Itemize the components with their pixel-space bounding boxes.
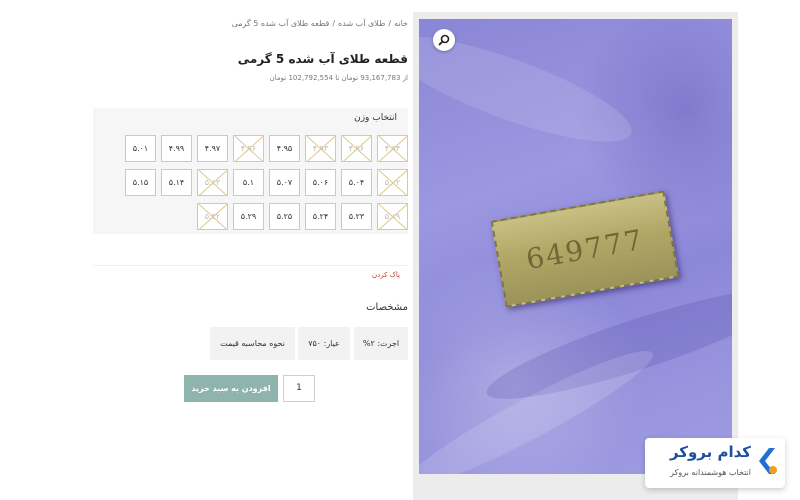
weight-option[interactable]: ۵.۱۴ (161, 169, 192, 196)
product-photo[interactable]: 649777 (419, 19, 732, 474)
weight-option[interactable]: ۵.۳۲ (197, 203, 228, 230)
weight-option[interactable]: ۴.۹۷ (197, 135, 228, 162)
gold-bar-serial: 649777 (523, 222, 647, 276)
weight-option[interactable]: ۵.۰۱ (125, 135, 156, 162)
brand-card: کدام بروکر انتخاب هوشمندانه بروکر (645, 438, 785, 488)
weight-option[interactable]: ۵.۰۴ (341, 169, 372, 196)
weight-option[interactable]: ۴.۹۶ (233, 135, 264, 162)
brand-tagline: انتخاب هوشمندانه بروکر (670, 468, 751, 477)
weight-option[interactable]: ۵.۰۷ (269, 169, 300, 196)
spec-wage: اجرت: ۲% (354, 327, 408, 360)
brand-logo-icon (759, 448, 777, 474)
weight-option[interactable]: ۵.۰۲ (377, 169, 408, 196)
weight-selector: انتخاب وزن ۴.۹۴ ۴.۹۶ ۴.۹۳ ۴.۹۵ ۴.۹۶ ۴.۹۷ ۴.۹۹ ۵… (93, 108, 408, 234)
price-range: از 93,167,783 تومان تا 102,792,554 تومان (269, 74, 408, 82)
weight-option[interactable]: ۵.۱۹ (377, 203, 408, 230)
quantity-input[interactable]: 1 (283, 375, 315, 402)
weight-option[interactable]: ۴.۹۳ (305, 135, 336, 162)
divider (93, 265, 408, 266)
gold-bar-tag: 649777 (490, 190, 680, 308)
breadcrumb-separator: / (332, 19, 336, 28)
add-to-cart-button[interactable]: افزودن به سبد خرید (184, 375, 278, 402)
weight-option[interactable]: ۵.۲۳ (341, 203, 372, 230)
zoom-button[interactable] (433, 29, 455, 51)
specs-title: مشخصات (366, 302, 408, 313)
brand-name: کدام بروکر (669, 443, 751, 461)
weight-option[interactable]: ۵.۱ (233, 169, 264, 196)
spec-price-method[interactable]: نحوه محاسبه قیمت (210, 327, 295, 360)
product-image-panel: 649777 (413, 12, 738, 500)
weight-option[interactable]: ۵.۲۵ (269, 203, 300, 230)
breadcrumb-home[interactable]: خانه (394, 19, 408, 28)
spec-karat: عیار: ۷۵۰ (298, 327, 350, 360)
weight-option[interactable]: ۵.۱۵ (125, 169, 156, 196)
weight-option[interactable]: ۴.۹۹ (161, 135, 192, 162)
breadcrumb-separator: / (388, 19, 392, 28)
weight-selector-label: انتخاب وزن (354, 113, 397, 123)
weight-option[interactable]: ۴.۹۶ (341, 135, 372, 162)
breadcrumb-current: قطعه طلای آب شده 5 گرمی (231, 19, 330, 28)
product-title: قطعه طلای آب شده 5 گرمی (237, 52, 408, 66)
weight-option[interactable]: ۵.۲۴ (305, 203, 336, 230)
weight-option[interactable]: ۴.۹۵ (269, 135, 300, 162)
weight-option[interactable]: ۵.۰۶ (305, 169, 336, 196)
breadcrumb-category[interactable]: طلای آب شده (338, 19, 385, 28)
weight-option[interactable]: ۵.۲۹ (233, 203, 264, 230)
breadcrumb: خانه/طلای آب شده/قطعه طلای آب شده 5 گرمی (232, 19, 408, 28)
magnifier-icon (438, 34, 450, 46)
clear-selection-link[interactable]: پاک کردن (372, 271, 400, 279)
weight-option[interactable]: ۵.۱۳ (197, 169, 228, 196)
weight-option[interactable]: ۴.۹۴ (377, 135, 408, 162)
